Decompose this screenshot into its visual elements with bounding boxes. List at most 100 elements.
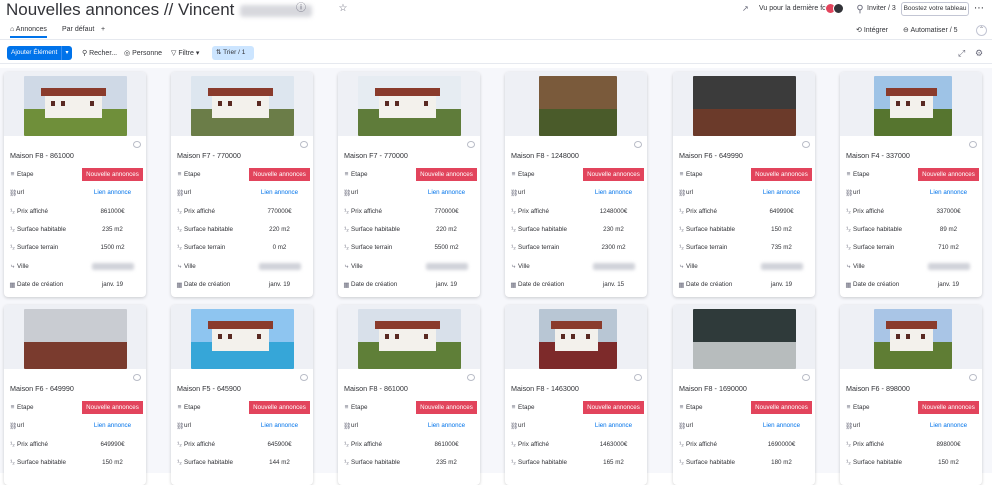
status-label[interactable]: Nouvelle annonces [249,168,310,181]
comment-icon[interactable] [300,141,308,148]
field-value[interactable]: 220 m2 [249,223,310,236]
field-value[interactable]: 1690000€ [751,438,812,451]
field-value[interactable]: 898000€ [918,438,979,451]
chevron-down-icon[interactable]: ▾ [61,46,72,60]
listing-link[interactable]: Lien annonce [416,186,477,199]
status-label[interactable]: Nouvelle annonces [751,401,812,414]
status-label[interactable]: Nouvelle annonces [583,401,644,414]
item-name[interactable]: Maison F8 - 861000 [10,151,74,160]
field-value[interactable]: 861000€ [416,438,477,451]
item-card[interactable]: Maison F4 - 337000 ≡ Etape Nouvelle anno… [840,72,982,297]
field-value[interactable]: 735 m2 [751,241,812,254]
comment-icon[interactable] [634,141,642,148]
comment-icon[interactable] [802,141,810,148]
status-label[interactable]: Nouvelle annonces [416,168,477,181]
field-value[interactable]: 150 m2 [82,456,143,469]
redacted-city[interactable] [259,262,301,270]
listing-link[interactable]: Lien annonce [82,419,143,432]
invite-button[interactable]: Inviter / 3 [867,5,896,12]
field-value[interactable]: 144 m2 [249,456,310,469]
property-photo[interactable] [358,76,461,136]
item-card[interactable]: Maison F7 - 770000 ≡ Etape Nouvelle anno… [171,72,313,297]
item-card[interactable]: Maison F8 - 861000 ≡ Etape Nouvelle anno… [338,305,480,485]
tab-par-defaut[interactable]: Par défaut [62,26,94,33]
add-item-button[interactable]: Ajouter Élément ▾ [7,46,72,60]
comment-icon[interactable] [634,374,642,381]
listing-link[interactable]: Lien annonce [751,419,812,432]
item-name[interactable]: Maison F5 - 645900 [177,384,241,393]
status-label[interactable]: Nouvelle annonces [751,168,812,181]
item-name[interactable]: Maison F6 - 649990 [10,384,74,393]
field-value[interactable]: janv. 19 [416,278,477,291]
listing-link[interactable]: Lien annonce [583,419,644,432]
comment-icon[interactable] [969,141,977,148]
property-photo[interactable] [874,309,952,369]
field-value[interactable]: janv. 19 [82,278,143,291]
comment-icon[interactable] [133,374,141,381]
property-photo[interactable] [24,76,127,136]
property-photo[interactable] [693,309,796,369]
info-icon[interactable]: ⓘ [296,4,306,14]
field-value[interactable]: janv. 15 [583,278,644,291]
status-label[interactable]: Nouvelle annonces [416,401,477,414]
item-name[interactable]: Maison F8 - 1463000 [511,384,579,393]
comment-icon[interactable] [969,374,977,381]
field-value[interactable]: 150 m2 [918,456,979,469]
field-value[interactable]: 220 m2 [416,223,477,236]
listing-link[interactable]: Lien annonce [416,419,477,432]
item-card[interactable]: Maison F6 - 898000 ≡ Etape Nouvelle anno… [840,305,982,485]
field-value[interactable]: janv. 19 [249,278,310,291]
item-card[interactable]: Maison F7 - 770000 ≡ Etape Nouvelle anno… [338,72,480,297]
add-view-button[interactable]: + [101,26,105,33]
field-value[interactable]: 1463000€ [583,438,644,451]
item-card[interactable]: Maison F8 - 1248000 ≡ Etape Nouvelle ann… [505,72,647,297]
item-card[interactable]: Maison F6 - 649990 ≡ Etape Nouvelle anno… [4,305,146,485]
field-value[interactable]: 770000€ [416,205,477,218]
property-photo[interactable] [358,309,461,369]
item-card[interactable]: Maison F5 - 645900 ≡ Etape Nouvelle anno… [171,305,313,485]
item-name[interactable]: Maison F7 - 770000 [177,151,241,160]
property-photo[interactable] [191,76,294,136]
comment-icon[interactable] [133,141,141,148]
status-label[interactable]: Nouvelle annonces [82,168,143,181]
automate-button[interactable]: ⊖ Automatiser / 5 [903,26,958,34]
item-name[interactable]: Maison F4 - 337000 [846,151,910,160]
last-seen-label[interactable]: Vu pour la dernière fois [759,5,831,12]
field-value[interactable]: 861000€ [82,205,143,218]
listing-link[interactable]: Lien annonce [583,186,644,199]
field-value[interactable]: 5500 m2 [416,241,477,254]
field-value[interactable]: 165 m2 [583,456,644,469]
field-value[interactable]: 1500 m2 [82,241,143,254]
more-icon[interactable]: ⋯ [974,3,984,14]
comment-icon[interactable] [467,141,475,148]
star-icon[interactable]: ☆ [338,4,348,14]
item-name[interactable]: Maison F8 - 1690000 [679,384,747,393]
field-value[interactable]: 2300 m2 [583,241,644,254]
redacted-city[interactable] [928,262,970,270]
item-name[interactable]: Maison F8 - 861000 [344,384,408,393]
settings-icon[interactable]: ⚙ [975,48,983,59]
listing-link[interactable]: Lien annonce [249,186,310,199]
status-label[interactable]: Nouvelle annonces [249,401,310,414]
item-card[interactable]: Maison F8 - 1690000 ≡ Etape Nouvelle ann… [673,305,815,485]
field-value[interactable]: 230 m2 [583,223,644,236]
property-photo[interactable] [539,76,617,136]
property-photo[interactable] [874,76,952,136]
listing-link[interactable]: Lien annonce [249,419,310,432]
listing-link[interactable]: Lien annonce [82,186,143,199]
redacted-city[interactable] [92,262,134,270]
field-value[interactable]: 235 m2 [82,223,143,236]
property-photo[interactable] [24,309,127,369]
avatars[interactable] [825,3,845,15]
board-title[interactable]: Nouvelles annonces // Vincent [6,0,234,20]
property-photo[interactable] [539,309,617,369]
boost-button[interactable]: Boostez votre tableau [901,2,969,16]
redacted-city[interactable] [426,262,468,270]
comment-icon[interactable] [467,374,475,381]
redacted-city[interactable] [593,262,635,270]
listing-link[interactable]: Lien annonce [918,419,979,432]
field-value[interactable]: 649990€ [82,438,143,451]
field-value[interactable]: 150 m2 [751,223,812,236]
collapse-header-icon[interactable]: ⌃ [976,25,987,36]
activity-icon[interactable]: ↗ [742,4,749,13]
